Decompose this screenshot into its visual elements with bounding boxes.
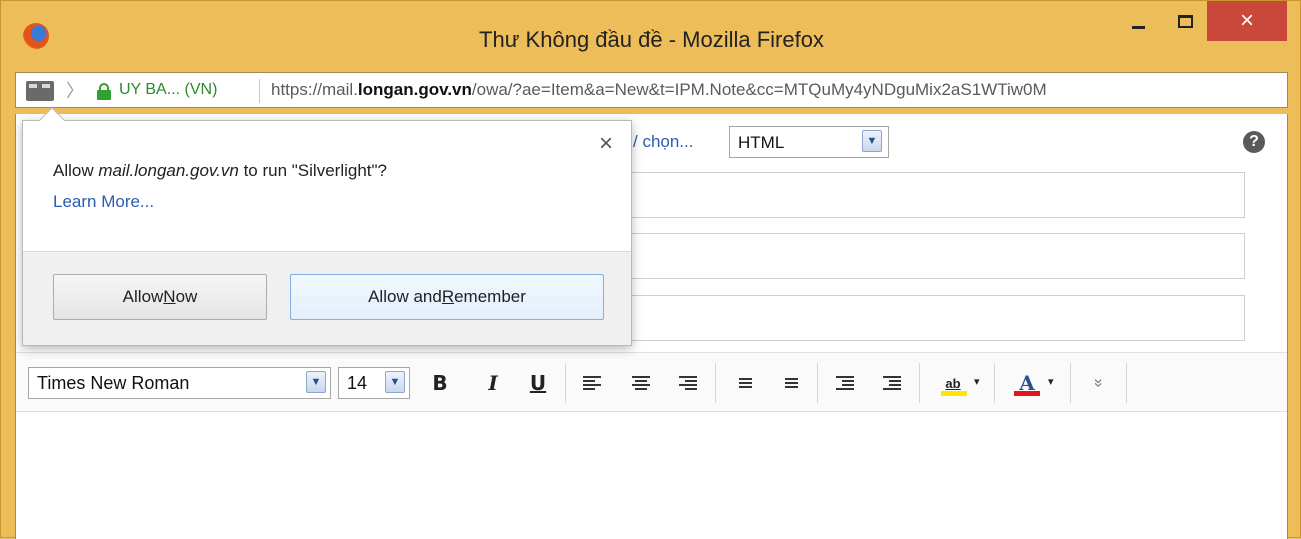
- underline-button[interactable]: U: [523, 368, 553, 398]
- allow-and-remember-button[interactable]: Allow and Remember: [290, 274, 604, 320]
- chevron-down-icon[interactable]: ▾: [974, 375, 980, 388]
- site-identity[interactable]: UY BA... (VN): [119, 81, 217, 99]
- toolbar-divider: [919, 363, 920, 403]
- numbered-list-button[interactable]: [774, 368, 804, 398]
- font-size-select[interactable]: 14 ▼: [338, 367, 410, 399]
- chevron-down-icon: ▼: [306, 371, 326, 393]
- popup-footer: Allow Now Allow and Remember: [23, 251, 631, 345]
- message-suffix: to run "Silverlight"?: [238, 161, 387, 180]
- toolbar-divider: [994, 363, 995, 403]
- to-field[interactable]: [628, 172, 1245, 218]
- increase-indent-button[interactable]: [877, 368, 907, 398]
- bullet-list-button[interactable]: [728, 368, 758, 398]
- outdent-icon: [836, 376, 854, 390]
- allow-now-accel: N: [163, 287, 176, 306]
- title-bar: Thư Không đầu đề - Mozilla Firefox ×: [1, 1, 1301, 61]
- url-suffix: /owa/?ae=Item&a=New&t=IPM.Note&cc=MTQuMy…: [471, 80, 1047, 99]
- minimize-icon: [1131, 25, 1145, 29]
- subject-field[interactable]: [628, 295, 1245, 341]
- tab-group-icon[interactable]: [26, 81, 54, 101]
- message-format-select[interactable]: HTML ▼: [729, 126, 889, 158]
- close-button[interactable]: ×: [1207, 1, 1287, 41]
- format-value: HTML: [738, 133, 785, 152]
- url-domain: longan.gov.vn: [357, 80, 472, 99]
- allow-remember-rest: emember: [454, 287, 526, 306]
- bold-button[interactable]: B: [425, 368, 455, 398]
- options-link[interactable]: / chọn...: [633, 132, 693, 152]
- url-prefix: https://mail.: [271, 80, 358, 99]
- url-text[interactable]: https://mail.longan.gov.vn/owa/?ae=Item&…: [271, 80, 1283, 100]
- url-divider: [259, 79, 260, 103]
- close-icon[interactable]: ×: [593, 131, 619, 157]
- formatting-toolbar: Times New Roman ▼ 14 ▼ B I U ab ▾ A ▾ »: [16, 352, 1287, 412]
- message-body-editor[interactable]: [16, 413, 1287, 539]
- message-site: mail.longan.gov.vn: [98, 161, 239, 180]
- window-title: Thư Không đầu đề - Mozilla Firefox: [479, 27, 824, 52]
- toolbar-divider: [565, 363, 566, 403]
- numbered-list-icon: [780, 378, 798, 388]
- font-color-swatch: [1014, 391, 1040, 396]
- indent-icon: [883, 376, 901, 390]
- chevron-down-icon[interactable]: ▾: [1048, 375, 1054, 388]
- bullet-list-icon: [734, 378, 752, 388]
- decrease-indent-button[interactable]: [830, 368, 860, 398]
- toolbar-divider: [715, 363, 716, 403]
- learn-more-link[interactable]: Learn More...: [53, 192, 154, 212]
- help-icon[interactable]: ?: [1243, 131, 1265, 153]
- popup-pointer: [39, 107, 65, 133]
- allow-now-button[interactable]: Allow Now: [53, 274, 267, 320]
- highlight-color-swatch: [941, 391, 967, 396]
- align-right-icon: [679, 376, 697, 390]
- chevron-right-icon: 〉: [66, 81, 84, 101]
- allow-remember-accel: R: [441, 287, 455, 306]
- plugin-permission-popup: × Allow mail.longan.gov.vn to run "Silve…: [22, 107, 632, 346]
- maximize-button[interactable]: [1163, 1, 1207, 41]
- align-center-button[interactable]: [626, 368, 656, 398]
- firefox-window: Thư Không đầu đề - Mozilla Firefox × 〉 U…: [0, 0, 1301, 539]
- plugin-prompt-message: Allow mail.longan.gov.vn to run "Silverl…: [53, 161, 387, 181]
- allow-remember-prefix: Allow and: [368, 287, 442, 306]
- toolbar-divider: [1070, 363, 1071, 403]
- toolbar-divider: [817, 363, 818, 403]
- maximize-icon: [1177, 14, 1193, 28]
- more-options-button[interactable]: »: [1083, 368, 1113, 398]
- toolbar-divider: [1126, 363, 1127, 403]
- lock-icon[interactable]: [97, 83, 111, 100]
- align-center-icon: [632, 376, 650, 390]
- chevron-down-icon: ▼: [385, 371, 405, 393]
- close-icon: ×: [1239, 7, 1254, 34]
- align-left-icon: [583, 376, 601, 390]
- italic-button[interactable]: I: [478, 368, 508, 398]
- minimize-button[interactable]: [1113, 1, 1163, 41]
- allow-now-prefix: Allow: [122, 287, 164, 306]
- align-right-button[interactable]: [673, 368, 703, 398]
- font-family-select[interactable]: Times New Roman ▼: [28, 367, 331, 399]
- allow-now-rest: ow: [175, 287, 198, 306]
- cc-field[interactable]: [628, 233, 1245, 279]
- message-prefix: Allow: [53, 161, 99, 180]
- chevron-down-icon: ▼: [862, 130, 882, 152]
- align-left-button[interactable]: [577, 368, 607, 398]
- font-size-value: 14: [347, 373, 368, 393]
- url-bar[interactable]: 〉 UY BA... (VN) https://mail.longan.gov.…: [15, 72, 1288, 108]
- font-family-value: Times New Roman: [37, 373, 190, 393]
